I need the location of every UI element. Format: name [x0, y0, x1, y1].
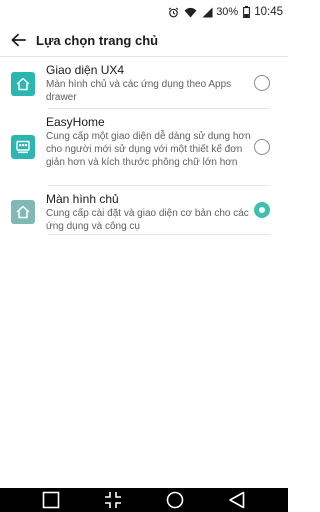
home-icon — [11, 200, 35, 224]
recent-apps-button[interactable] — [39, 488, 63, 512]
signal-icon — [202, 6, 213, 18]
option-title: EasyHome — [46, 115, 105, 129]
clock: 10:45 — [254, 6, 283, 18]
alarm-icon — [168, 6, 179, 18]
option-home-screen[interactable]: Màn hình chủ Cung cấp cài đặt và giao di… — [0, 186, 288, 235]
divider — [48, 234, 270, 235]
easyhome-icon — [11, 135, 35, 159]
radio-easyhome[interactable] — [254, 139, 270, 155]
home-circle-icon — [166, 491, 184, 509]
arrow-back-icon — [11, 33, 26, 47]
battery-icon — [243, 6, 251, 18]
page-title: Lựa chọn trang chủ — [36, 32, 159, 48]
dual-window-icon — [104, 491, 122, 509]
option-description: Cung cấp cài đặt và giao diện cơ bản cho… — [46, 208, 249, 232]
back-button[interactable] — [0, 24, 36, 57]
back-nav-button[interactable] — [225, 488, 249, 512]
status-bar: 30% 10:45 — [0, 0, 288, 24]
option-ux4[interactable]: Giao diện UX4 Màn hình chủ và các ứng dụ… — [0, 57, 288, 109]
option-easyhome[interactable]: EasyHome Cung cấp một giao diện dễ dàng … — [0, 109, 288, 186]
navigation-bar — [0, 488, 288, 512]
home-icon — [11, 72, 35, 96]
home-button[interactable] — [163, 488, 187, 512]
radio-home-screen-selected[interactable] — [254, 202, 270, 218]
option-title: Giao diện UX4 — [46, 63, 125, 77]
battery-percent: 30% — [216, 6, 239, 18]
wifi-icon — [184, 7, 197, 18]
recent-apps-icon — [42, 491, 60, 509]
radio-ux4[interactable] — [254, 75, 270, 91]
radio-dot — [259, 207, 265, 213]
dual-window-button[interactable] — [101, 488, 125, 512]
option-description: Cung cấp một giao diện dễ dàng sử dụng h… — [46, 131, 251, 168]
home-options-list: Giao diện UX4 Màn hình chủ và các ứng dụ… — [0, 57, 288, 235]
app-bar: Lựa chọn trang chủ — [0, 24, 288, 57]
back-triangle-icon — [228, 491, 246, 509]
option-title: Màn hình chủ — [46, 192, 119, 206]
option-description: Màn hình chủ và các ứng dụng theo Apps d… — [46, 79, 232, 103]
